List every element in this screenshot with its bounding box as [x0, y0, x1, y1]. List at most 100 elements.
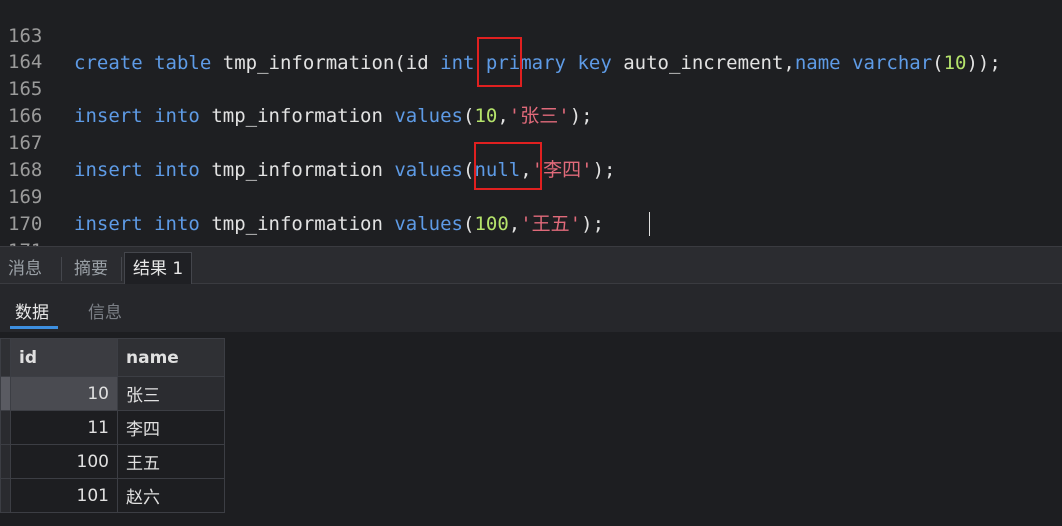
subtab-data[interactable]: 数据: [15, 298, 49, 323]
row-gutter[interactable]: [0, 444, 11, 479]
code-token: (: [463, 159, 475, 181]
code-token: key: [577, 52, 612, 74]
sub-tabbar: 数据 信息: [0, 284, 1062, 332]
column-header-name[interactable]: name: [117, 338, 225, 377]
code-token: 100: [474, 213, 509, 235]
code-token: varchar: [852, 52, 933, 74]
cell-name[interactable]: 王五: [117, 444, 225, 479]
tab-separator: [61, 257, 62, 281]
code-token: auto_increment: [623, 52, 784, 74]
cell-id[interactable]: 10: [10, 376, 118, 411]
code-line[interactable]: 168: [0, 130, 46, 181]
code-line[interactable]: 163 create table tmp_information(id int …: [0, 0, 1001, 74]
result-tabbar: 消息 摘要 结果 1: [0, 246, 1062, 285]
row-gutter[interactable]: [0, 478, 11, 513]
code-token: insert: [74, 213, 143, 235]
code-token: (: [463, 213, 475, 235]
tab-result-1[interactable]: 结果 1: [124, 252, 193, 285]
row-gutter[interactable]: [0, 376, 11, 411]
cell-name[interactable]: 张三: [117, 376, 225, 411]
code-token: 10: [474, 105, 498, 127]
table-row[interactable]: 101 赵六: [0, 478, 225, 513]
code-token: );: [581, 213, 605, 235]
text-caret: [649, 212, 650, 236]
cell-id[interactable]: 100: [10, 444, 118, 479]
code-token: into: [154, 159, 200, 181]
code-line[interactable]: 167 insert into tmp_information values(n…: [0, 103, 615, 181]
highlight-box: [477, 37, 522, 87]
code-line[interactable]: 170: [0, 184, 46, 235]
code-token: tmp_information: [222, 52, 395, 74]
cell-name[interactable]: 李四: [117, 410, 225, 445]
table-header-row: id name: [0, 338, 225, 377]
code-line[interactable]: 169 insert into tmp_information values(1…: [0, 157, 604, 235]
tab-messages[interactable]: 消息: [0, 253, 50, 285]
code-token: table: [154, 52, 212, 74]
code-token: '张三': [508, 105, 570, 127]
code-token: tmp_information: [211, 159, 383, 181]
tab-summary[interactable]: 摘要: [66, 253, 116, 285]
code-token: into: [154, 213, 200, 235]
code-line[interactable]: 166: [0, 76, 46, 127]
subtab-info[interactable]: 信息: [88, 298, 122, 323]
code-token: );: [569, 105, 593, 127]
code-token: values: [394, 159, 463, 181]
code-token: (: [394, 52, 406, 74]
cell-id[interactable]: 11: [10, 410, 118, 445]
code-token: values: [394, 213, 463, 235]
code-line[interactable]: 164: [0, 22, 46, 73]
active-subtab-indicator: [10, 326, 58, 329]
result-table: id name 10 张三 11 李四 100 王五 101 赵六: [0, 338, 225, 513]
code-token: (: [463, 105, 475, 127]
code-token: ,: [497, 105, 509, 127]
cell-id[interactable]: 101: [10, 478, 118, 513]
code-token: tmp_information: [211, 213, 383, 235]
code-token: (: [932, 52, 944, 74]
code-token: ));: [966, 52, 1001, 74]
highlight-box: [474, 142, 542, 190]
code-text: insert into tmp_information values(100,'…: [74, 211, 604, 238]
code-token: name: [794, 52, 841, 74]
code-token: id: [405, 52, 429, 74]
code-token: 10: [943, 52, 967, 74]
result-grid: id name 10 张三 11 李四 100 王五 101 赵六: [0, 332, 1062, 526]
code-line[interactable]: 165 insert into tmp_information values(1…: [0, 49, 593, 127]
code-token: tmp_information: [211, 105, 383, 127]
sql-editor[interactable]: 163 create table tmp_information(id int …: [0, 0, 1062, 289]
code-token: int: [440, 52, 475, 74]
code-token: insert: [74, 159, 143, 181]
table-row[interactable]: 10 张三: [0, 376, 225, 411]
code-line[interactable]: 171 insert into tmp_information values(n…: [0, 211, 615, 289]
code-token: );: [592, 159, 616, 181]
column-header-id[interactable]: id: [10, 338, 118, 377]
code-token: create: [74, 52, 143, 74]
table-row[interactable]: 100 王五: [0, 444, 225, 479]
table-row[interactable]: 11 李四: [0, 410, 225, 445]
code-token: values: [394, 105, 463, 127]
code-token: '王五': [520, 213, 582, 235]
code-token: into: [154, 105, 200, 127]
code-token: ,: [508, 213, 521, 235]
code-token: ,: [783, 52, 795, 74]
code-token: insert: [74, 105, 143, 127]
result-pane: 消息 摘要 结果 1 数据 信息 id name 10 张三 11 李四 100…: [0, 246, 1062, 526]
tab-separator: [121, 257, 122, 281]
cell-name[interactable]: 赵六: [117, 478, 225, 513]
row-gutter[interactable]: [0, 410, 11, 445]
row-gutter-header: [0, 338, 11, 377]
